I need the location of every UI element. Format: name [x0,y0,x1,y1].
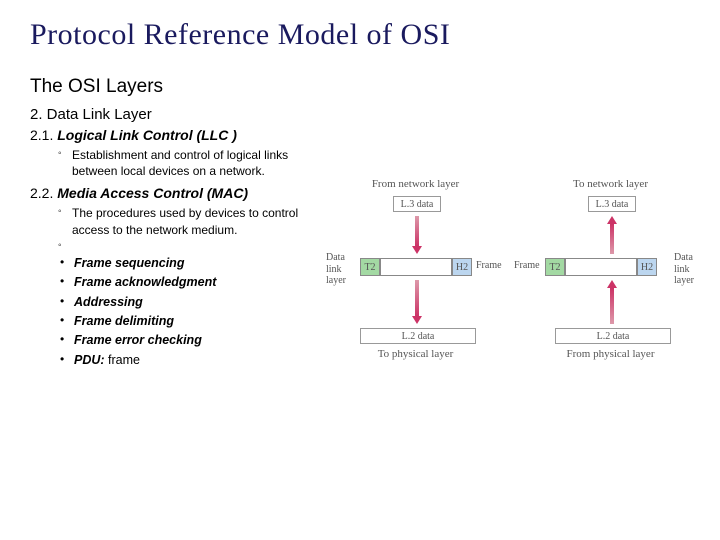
l3-data-box: L.3 data [393,196,441,212]
diagram-top-label: To network layer [523,178,698,190]
list-item: Addressing [60,293,330,312]
section-heading: 2. Data Link Layer [30,106,330,123]
t2-segment: T2 [545,258,565,276]
frame-row: T2 H2 [360,258,472,276]
list-item: PDU: frame [60,351,330,370]
subsection-2-heading: 2.2. Media Access Control (MAC) [30,185,330,201]
frame-label: Frame [514,260,540,272]
diagram-bottom-label: From physical layer [523,348,698,360]
down-arrow-icon [412,280,422,324]
l2-data-box: L.2 data [360,328,476,344]
l3-data-box: L.3 data [588,196,636,212]
h2-segment: H2 [452,258,472,276]
payload-segment [565,258,637,276]
frame-label: Frame [476,260,502,272]
diagram-right-col: To network layer L.3 data Frame T2 H2 Da… [523,178,698,194]
subsection-num: 2.1. [30,127,53,143]
list-item: Frame error checking [60,331,330,350]
dll-label: Data link layer [674,252,702,287]
subsection-1-heading: 2.1. Logical Link Control (LLC ) [30,127,330,143]
subsection-num: 2.2. [30,185,53,201]
diagram-top-label: From network layer [328,178,503,190]
up-arrow-icon [607,280,617,324]
down-arrow-icon [412,216,422,254]
h2-segment: H2 [637,258,657,276]
text-column: The OSI Layers 2. Data Link Layer 2.1. L… [30,76,330,370]
subsection-name: Logical Link Control (LLC ) [57,127,237,143]
subsection-name: Media Access Control (MAC) [57,185,248,201]
subsection-1-text: Establishment and control of logical lin… [72,147,330,179]
diagram-bottom-label: To physical layer [328,348,503,360]
subtitle: The OSI Layers [30,76,330,98]
up-arrow-icon [607,216,617,254]
diagram-left-col: From network layer L.3 data Data link la… [328,178,503,194]
frame-row: T2 H2 [545,258,657,276]
payload-segment [380,258,452,276]
list-item: Frame sequencing [60,254,330,273]
subsection-2-text: The procedures used by devices to contro… [72,205,330,237]
list-item: Frame acknowledgment [60,273,330,292]
l2-data-box: L.2 data [555,328,671,344]
list-item: Frame delimiting [60,312,330,331]
page-title: Protocol Reference Model of OSI [30,18,690,52]
bullet-list: Frame sequencing Frame acknowledgment Ad… [60,254,330,370]
empty-bullet [72,244,330,252]
dll-label: Data link layer [326,252,354,287]
t2-segment: T2 [360,258,380,276]
